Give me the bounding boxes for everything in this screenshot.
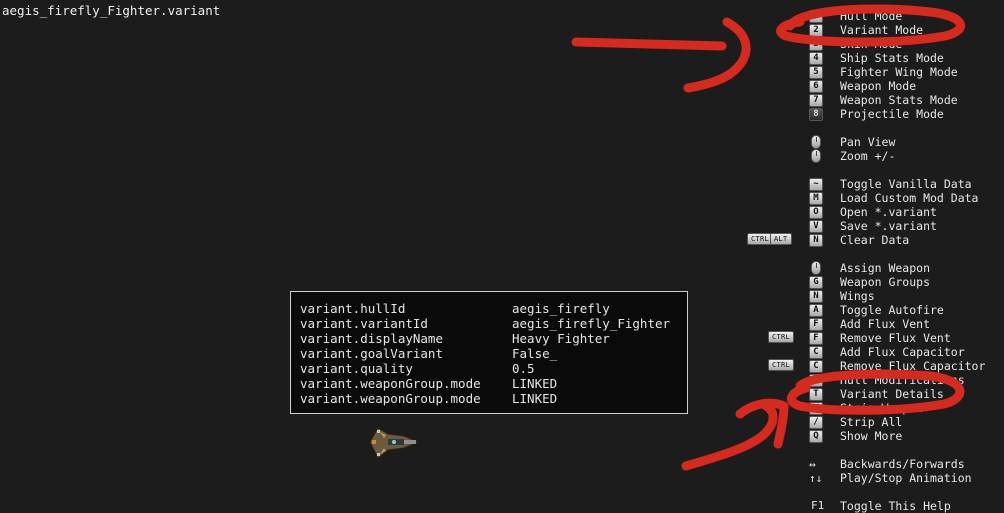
annotation-circle-variant-details — [787, 369, 965, 415]
annotation-arrow-top — [571, 17, 751, 93]
annotation-circle-variant-mode — [776, 4, 966, 47]
annotation-overlay — [571, 4, 966, 471]
annotation-arrow-bottom — [681, 398, 789, 471]
